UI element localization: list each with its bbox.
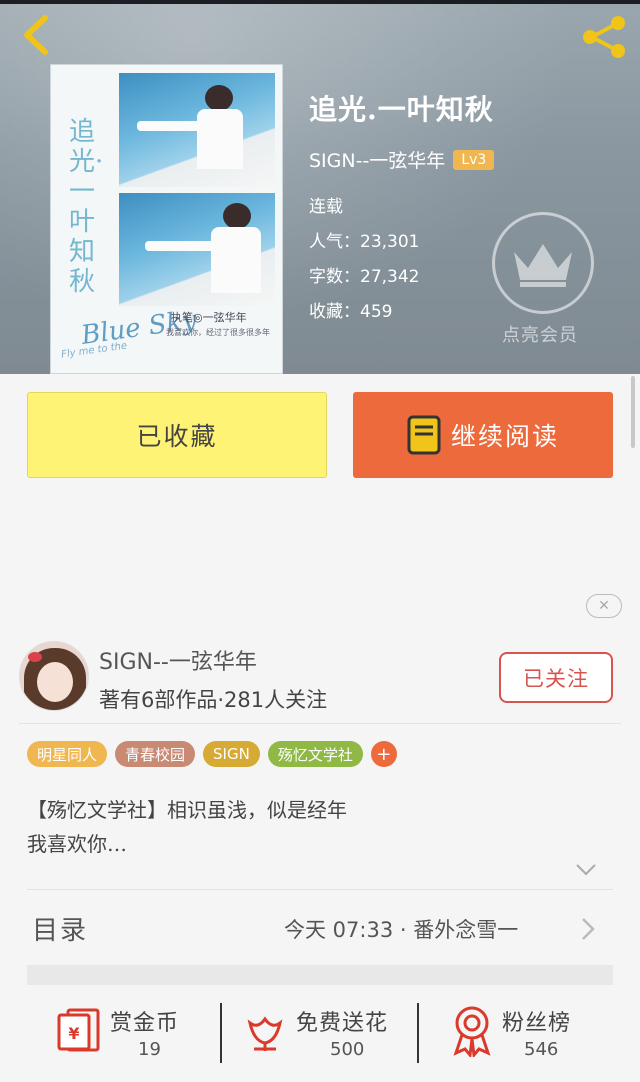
divider (27, 889, 613, 890)
fans-count: 546 (524, 1039, 559, 1060)
toc-label[interactable]: 目录 (32, 910, 88, 947)
book-header: 追光·一叶知秋 Blue Sky Fly me to the 执笔◎一弦华年 我… (0, 0, 640, 374)
cover-photo-bottom (119, 193, 275, 306)
vip-label[interactable]: 点亮会员 (502, 321, 578, 347)
cover-vertical-title: 追光·一叶知秋 (69, 117, 104, 297)
popularity-value: 23,301 (360, 232, 420, 252)
chevron-left-icon (24, 15, 48, 55)
tag-item[interactable]: 青春校园 (115, 741, 196, 767)
toc-latest-chapter[interactable]: 今天 07:33 · 番外念雪一 (284, 914, 518, 944)
author-card-stats: 著有6部作品·281人关注 (99, 688, 328, 712)
flowers-label: 免费送花 (296, 1011, 389, 1036)
reward-label: 赏金币 (110, 1011, 180, 1036)
svg-text:¥: ¥ (68, 1024, 79, 1043)
reward-count: 19 (138, 1039, 161, 1060)
status-bar (0, 0, 640, 4)
tag-item[interactable]: SIGN (203, 741, 260, 767)
fans-label: 粉丝榜 (502, 1011, 572, 1036)
popularity-label: 人气： (309, 232, 360, 252)
favorites-row: 收藏：459 (309, 297, 392, 322)
add-tag-button[interactable]: + (370, 741, 397, 767)
follow-label: 已关注 (523, 666, 589, 691)
tag-item[interactable]: 明星同人 (27, 741, 108, 767)
divider (417, 1003, 419, 1063)
book-icon (407, 415, 441, 455)
close-icon: ✕ (598, 598, 610, 614)
red-envelope-icon: ¥ (57, 1008, 100, 1052)
scrollbar-thumb[interactable] (631, 376, 635, 448)
continue-reading-button[interactable]: 继续阅读 (353, 392, 613, 478)
chevron-down-icon[interactable] (574, 862, 598, 878)
favorites-value: 459 (360, 302, 393, 322)
book-status: 连载 (309, 197, 343, 217)
book-author[interactable]: SIGN--一弦华年 (309, 146, 445, 173)
tag-list: 明星同人 青春校园 SIGN 殇忆文学社 + (27, 741, 397, 767)
send-flowers-button[interactable]: 免费送花 500 (240, 985, 415, 1082)
popularity-row: 人气：23,301 (309, 227, 419, 252)
share-button[interactable] (578, 14, 630, 60)
bottom-action-bar: ¥ 赏金币 19 免费送花 500 粉丝榜 546 (0, 985, 640, 1082)
cover-small-text: 我喜欢你，经过了很多很多年 (166, 328, 270, 337)
close-ad-button[interactable]: ✕ (586, 594, 622, 618)
reward-coins-button[interactable]: ¥ 赏金币 19 (50, 985, 220, 1082)
book-author-row[interactable]: SIGN--一弦华年 Lv3 (309, 146, 495, 173)
follow-button[interactable]: 已关注 (499, 652, 613, 703)
chevron-right-icon[interactable] (580, 916, 596, 942)
tag-item[interactable]: 殇忆文学社 (267, 741, 363, 767)
book-cover[interactable]: 追光·一叶知秋 Blue Sky Fly me to the 执笔◎一弦华年 我… (50, 64, 283, 374)
medal-icon (453, 1006, 491, 1057)
flower-icon (247, 1016, 283, 1051)
share-icon (583, 16, 625, 58)
favorites-label: 收藏： (309, 302, 360, 322)
word-count-value: 27,342 (360, 267, 420, 287)
cover-photo-top (119, 73, 275, 187)
flowers-count: 500 (330, 1039, 365, 1060)
book-description[interactable]: 【殇忆文学社】相识虽浅，似是经年 我喜欢你… (27, 793, 447, 861)
back-button[interactable] (14, 10, 58, 60)
crown-icon (514, 244, 572, 287)
book-title: 追光.一叶知秋 (309, 93, 494, 126)
vip-crown-button[interactable] (492, 212, 594, 314)
author-avatar[interactable] (19, 641, 89, 711)
description-line: 我喜欢你… (27, 832, 127, 856)
word-count-row: 字数：27,342 (309, 262, 419, 287)
collected-button[interactable]: 已收藏 (27, 392, 327, 478)
fan-ranking-button[interactable]: 粉丝榜 546 (440, 985, 630, 1082)
divider (220, 1003, 222, 1063)
continue-reading-label: 继续阅读 (450, 422, 559, 451)
collected-label: 已收藏 (136, 422, 218, 451)
section-separator (27, 965, 613, 985)
cover-signature: 执笔◎一弦华年 (171, 311, 247, 324)
level-badge: Lv3 (453, 149, 495, 170)
description-line: 【殇忆文学社】相识虽浅，似是经年 (27, 798, 347, 822)
author-card-name[interactable]: SIGN--一弦华年 (99, 644, 257, 676)
divider (19, 723, 621, 724)
word-count-label: 字数： (309, 267, 360, 287)
